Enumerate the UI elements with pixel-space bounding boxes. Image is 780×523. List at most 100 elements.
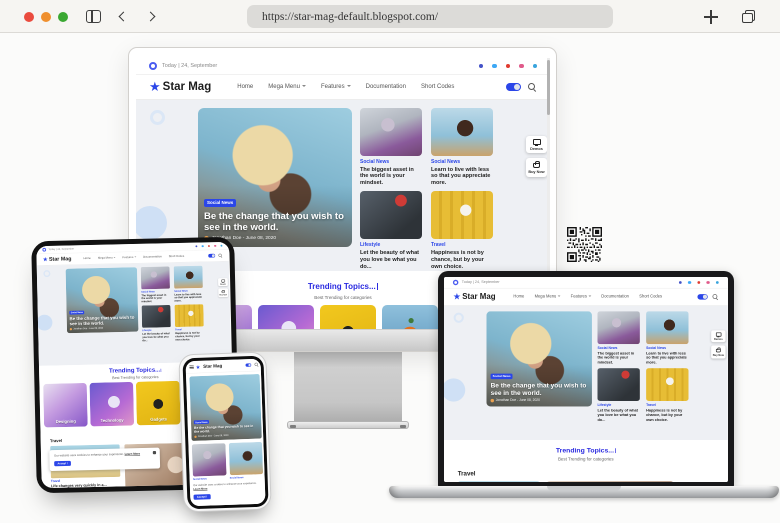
nav-item-mega-menu[interactable]: Mega Menu [535, 295, 561, 299]
facebook-icon[interactable] [479, 64, 484, 69]
nav-item-features[interactable]: Features [321, 84, 351, 90]
post-category[interactable]: Social News [431, 159, 493, 165]
category-tile-technology[interactable]: Technology [258, 305, 314, 331]
post-title[interactable]: Learn to live with less so that you appr… [646, 351, 688, 365]
post-card[interactable]: Travel Happiness is not by chance, but b… [431, 191, 493, 270]
category-tile-designing[interactable]: Designing [43, 383, 88, 428]
close-window-button[interactable] [24, 12, 34, 22]
category-tile-cooking[interactable]: Cooking [382, 305, 438, 331]
brand-name[interactable]: Star Mag [462, 293, 495, 301]
twitter-icon[interactable] [201, 245, 203, 247]
post-title[interactable]: The biggest asset in the world is your m… [360, 167, 422, 188]
featured-post[interactable]: Social News Be the change that you wish … [198, 108, 352, 247]
post-title[interactable]: Let the beauty of what you love be what … [597, 408, 639, 422]
post-title[interactable]: Learn to live with less so that you appr… [174, 293, 203, 303]
tab-overview-button[interactable] [742, 10, 755, 23]
telegram-icon[interactable] [533, 64, 538, 69]
instagram-icon[interactable] [519, 64, 524, 69]
dark-mode-toggle[interactable] [245, 363, 251, 367]
search-icon[interactable] [528, 83, 537, 92]
nav-item-documentation[interactable]: Documentation [601, 295, 629, 299]
search-icon[interactable] [218, 253, 222, 257]
post-category[interactable]: Social News [360, 159, 422, 165]
post-title[interactable]: Life changes very quickly in a... [51, 482, 121, 488]
featured-post-title[interactable]: Be the change that you wish to see in th… [491, 382, 588, 397]
address-bar[interactable]: https://star-mag-default.blogspot.com/ [247, 5, 613, 28]
post-card[interactable]: Lifestyle Let the beauty of what you lov… [142, 305, 172, 343]
post-title[interactable]: Let the beauty of what you love be what … [142, 332, 171, 342]
cookie-accept-button[interactable]: Accept ! [193, 494, 210, 500]
category-tile-technology[interactable]: Technology [90, 382, 135, 427]
post-card[interactable]: Social News The biggest asset in the wor… [360, 108, 422, 187]
post-category[interactable]: Social News [646, 346, 688, 350]
post-category-badge[interactable]: Social News [204, 199, 236, 207]
post-title[interactable]: Learn to live with less so that you appr… [431, 167, 493, 188]
post-card[interactable]: Travel Happiness is not by chance, but b… [175, 304, 205, 342]
post-title[interactable]: Happiness is not by chance, but by your … [646, 408, 688, 422]
search-icon[interactable] [713, 294, 719, 300]
nav-item-home[interactable]: Home [84, 257, 91, 260]
nav-item-home[interactable]: Home [513, 295, 524, 299]
sidebar-toggle-icon[interactable] [86, 10, 101, 23]
post-title[interactable]: Happiness is not by chance, but by your … [431, 250, 493, 271]
minimize-window-button[interactable] [41, 12, 51, 22]
post-card[interactable]: Travel Life changes very quickly in a... [458, 481, 540, 482]
demos-button[interactable]: Demos [526, 136, 547, 153]
post-category[interactable]: Travel [646, 403, 688, 407]
featured-post[interactable]: Social News Be the change that you wish … [189, 373, 262, 440]
brand-name[interactable]: Star Mag [49, 256, 72, 262]
fullscreen-window-button[interactable] [58, 12, 68, 22]
dark-mode-toggle[interactable] [506, 83, 521, 91]
buy-now-button[interactable]: Buy Now [711, 346, 725, 359]
buy-now-button[interactable]: Buy Now [526, 158, 547, 177]
post-card[interactable]: Social News Learn to live with less so t… [646, 311, 688, 365]
telegram-icon[interactable] [716, 281, 719, 284]
post-category[interactable]: Social News [192, 476, 226, 480]
post-category[interactable]: Lifestyle [597, 403, 639, 407]
facebook-icon[interactable] [195, 245, 197, 247]
featured-post[interactable]: Social News Be the change that you wish … [486, 311, 591, 406]
featured-post-title[interactable]: Be the change that you wish to see in th… [193, 424, 258, 434]
post-card[interactable]: Social News Learn to live with less so t… [431, 108, 493, 187]
post-card[interactable]: Lifestyle Let the beauty of what you lov… [360, 191, 422, 270]
instagram-icon[interactable] [214, 245, 216, 247]
post-card[interactable]: Lifestyle Let the beauty of what you lov… [597, 368, 639, 422]
featured-post-title[interactable]: Be the change that you wish to see in th… [69, 315, 135, 327]
nav-item-documentation[interactable]: Documentation [143, 255, 162, 258]
nav-item-short-codes[interactable]: Short Codes [169, 255, 185, 258]
dark-mode-toggle[interactable] [697, 294, 707, 299]
buy-now-button[interactable]: Buy Now [218, 288, 228, 297]
twitter-icon[interactable] [688, 281, 691, 284]
post-card[interactable]: Social News The biggest asset in the wor… [141, 266, 171, 304]
brand-name[interactable]: Star Mag [203, 363, 222, 369]
forward-button[interactable] [146, 12, 156, 22]
instagram-icon[interactable] [706, 281, 709, 284]
post-category[interactable]: Lifestyle [360, 242, 422, 248]
post-category[interactable]: Social News [229, 475, 263, 479]
post-card[interactable]: Social News [191, 443, 226, 481]
new-tab-button[interactable] [704, 10, 718, 24]
facebook-icon[interactable] [679, 281, 682, 284]
nav-item-features[interactable]: Features [122, 256, 136, 259]
post-category-badge[interactable]: Social News [69, 310, 84, 314]
hamburger-menu-icon[interactable] [189, 365, 193, 368]
post-title[interactable]: Happiness is not by chance, but by your … [175, 332, 204, 342]
search-icon[interactable] [254, 362, 258, 366]
cookie-accept-button[interactable]: Accept ! [54, 461, 71, 466]
post-category[interactable]: Travel [431, 242, 493, 248]
nav-item-features[interactable]: Features [571, 295, 591, 299]
nav-item-mega-menu[interactable]: Mega Menu [268, 84, 306, 90]
post-card[interactable]: Travel Happiness is not by chance, but b… [646, 368, 688, 422]
youtube-icon[interactable] [697, 281, 700, 284]
post-card[interactable]: Social News [228, 441, 263, 479]
category-tile-gadgets[interactable]: Gadgets [136, 381, 181, 426]
post-card[interactable]: Social News Learn to live with less so t… [174, 266, 204, 304]
post-category-badge[interactable]: Social News [193, 420, 208, 424]
featured-post-title[interactable]: Be the change that you wish to see in th… [204, 212, 346, 234]
back-button[interactable] [119, 12, 129, 22]
cookie-learn-more-link[interactable]: Learn More [125, 452, 141, 456]
demos-button[interactable]: Demos [218, 278, 228, 286]
telegram-icon[interactable] [220, 245, 222, 247]
nav-item-documentation[interactable]: Documentation [366, 84, 406, 90]
post-title[interactable]: The biggest asset in the world is your m… [597, 351, 639, 365]
